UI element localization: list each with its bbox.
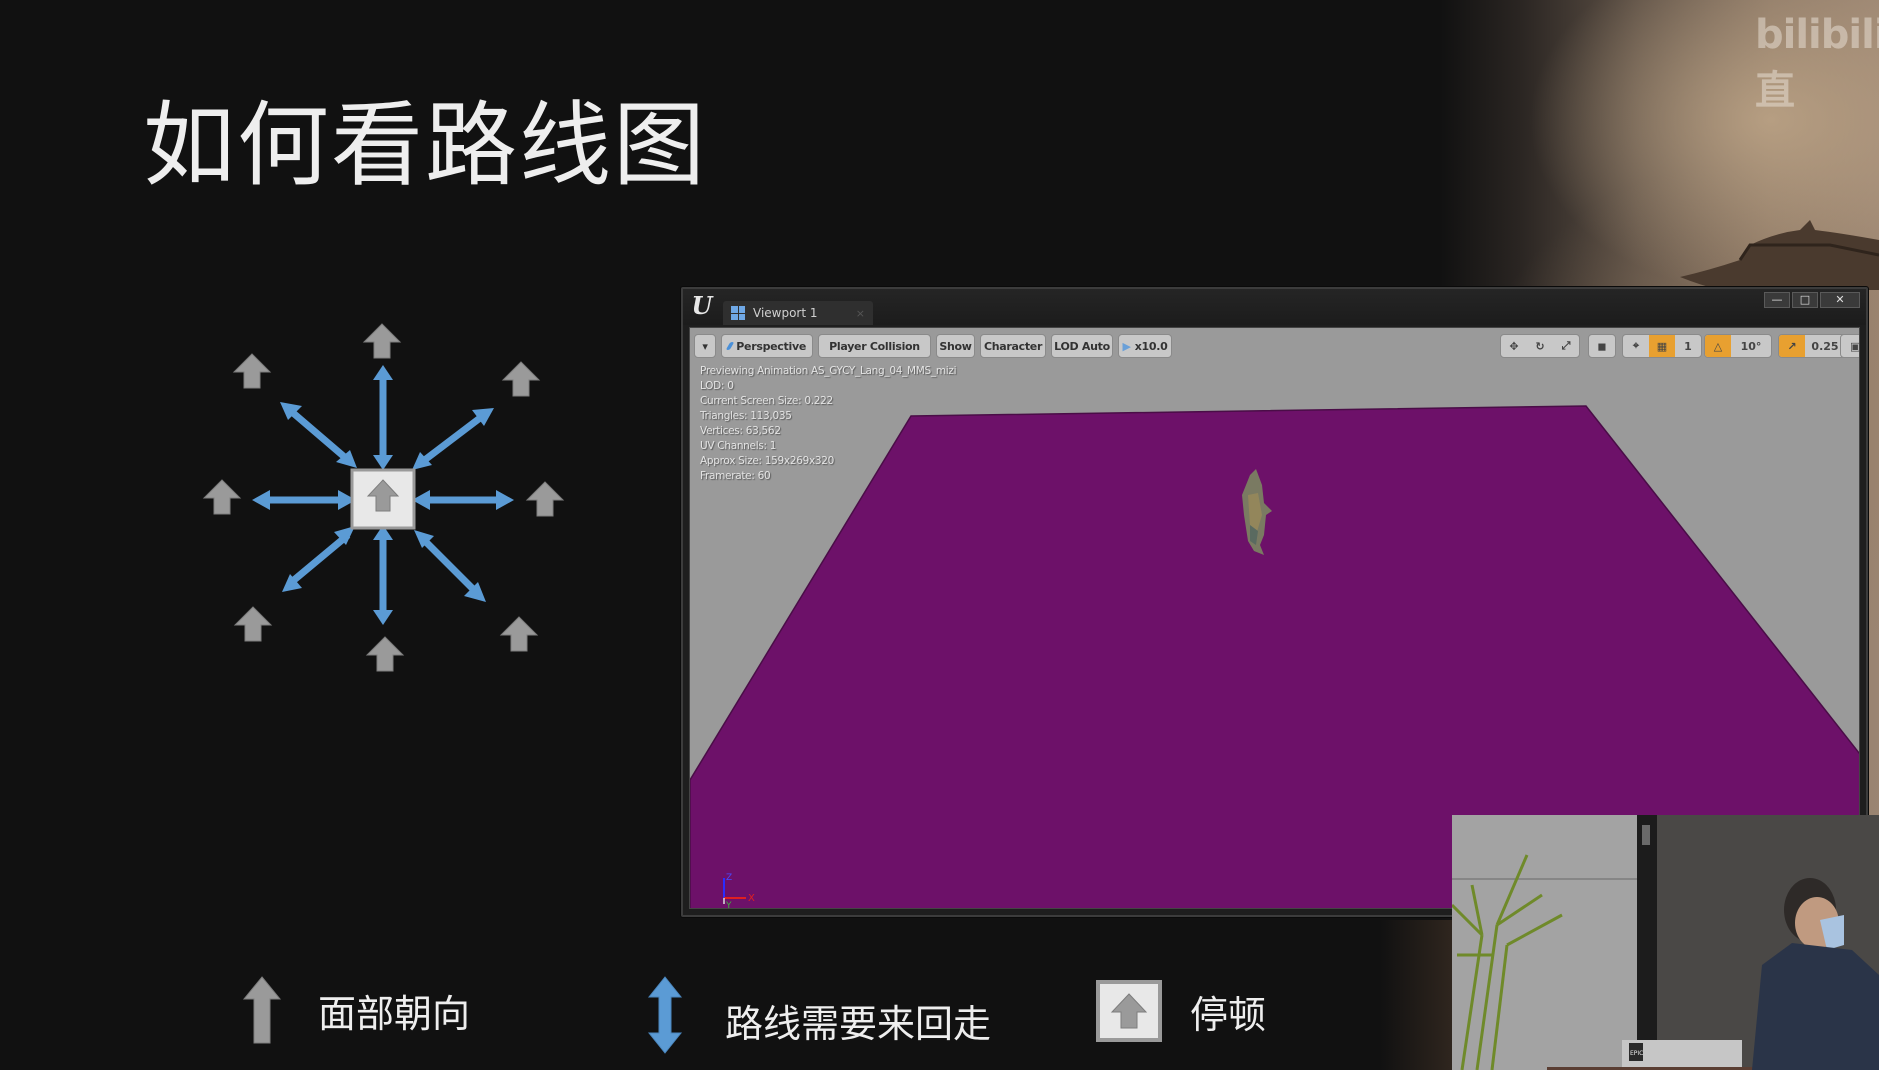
facing-arrow-icon (366, 636, 404, 672)
stats-line: Current Screen Size: 0.222 (700, 395, 833, 407)
slide-title: 如何看路线图 (143, 92, 708, 199)
axis-x-label: X (748, 893, 755, 904)
rotation-snap-group: △ 10° (1704, 334, 1772, 358)
axis-y-label: Y (725, 901, 732, 908)
legend-facing: 面部朝向 (240, 975, 470, 1045)
maximize-button[interactable]: □ (1792, 292, 1818, 308)
route-arrow-right (412, 490, 514, 510)
tab-close-icon[interactable]: × (856, 307, 865, 320)
blue-double-arrow-icon (647, 976, 683, 1054)
window-titlebar[interactable]: U Viewport 1 × — □ ✕ (683, 289, 1866, 325)
stats-line: UV Channels: 1 (700, 440, 777, 452)
route-arrow-down-left (282, 526, 355, 592)
window-controls: — □ ✕ (1764, 292, 1860, 308)
axis-gizmo-icon: Z X Y (723, 873, 755, 908)
perspective-button[interactable]: Perspective (721, 334, 813, 358)
surface-snap-icon[interactable]: ⌖ (1623, 335, 1649, 357)
boxed-up-arrow-icon (1096, 980, 1162, 1042)
gray-up-arrow-icon (242, 976, 282, 1044)
viewport-options-dropdown[interactable]: ▾ (694, 334, 716, 358)
laptop-logo: EPIC (1630, 1050, 1643, 1057)
route-diagram (203, 323, 564, 672)
legend-label-round-trip: 路线需要来回走 (725, 1001, 992, 1046)
minimize-button[interactable]: — (1764, 292, 1790, 308)
character-button[interactable]: Character (980, 334, 1046, 358)
facing-arrow-icon (502, 361, 540, 397)
playback-speed-button[interactable]: ▶ x10.0 (1118, 334, 1172, 358)
viewport-grid-icon (731, 306, 745, 320)
stats-line: Framerate: 60 (700, 470, 771, 482)
legend-pause: 停顿 (1096, 980, 1266, 1042)
facing-arrow-icon (233, 353, 271, 389)
transform-tools: ✥ ↻ ⤢ (1500, 334, 1580, 358)
route-arrow-left (252, 490, 356, 510)
stats-line: Triangles: 113,035 (700, 410, 792, 422)
scale-icon[interactable]: ⤢ (1553, 335, 1579, 357)
legend-round-trip: 路线需要来回走 (645, 975, 991, 1055)
stats-line: Vertices: 63,562 (700, 425, 781, 437)
play-icon: ▶ (1122, 339, 1131, 353)
playback-speed-label: x10.0 (1134, 339, 1168, 353)
facing-arrow-icon (203, 479, 241, 515)
route-arrow-down (373, 525, 393, 625)
facing-arrow-icon (500, 616, 538, 652)
legend-label-facing: 面部朝向 (318, 991, 471, 1036)
rotation-snap-value[interactable]: 10° (1731, 335, 1771, 357)
pagoda-silhouette (1680, 220, 1879, 290)
facing-arrow-icon (526, 481, 564, 517)
player-collision-button[interactable]: Player Collision (818, 334, 931, 358)
facing-arrow-icon (363, 323, 401, 359)
route-arrow-up-right (412, 408, 494, 470)
rotate-icon[interactable]: ↻ (1527, 335, 1553, 357)
unreal-logo-icon: U (691, 291, 713, 320)
show-button[interactable]: Show (936, 334, 975, 358)
camera-icon: ▣ (1850, 339, 1860, 353)
close-button[interactable]: ✕ (1820, 292, 1860, 308)
stats-line: Previewing Animation AS_GYCY_Lang_04_MMS… (700, 365, 957, 377)
translate-icon[interactable]: ✥ (1501, 335, 1527, 357)
grid-snap-value[interactable]: 1 (1675, 335, 1701, 357)
coordinate-space: ◼ (1588, 334, 1616, 358)
grid-snap-group: ⌖ ▦ 1 (1622, 334, 1702, 358)
camera-speed-group: ▣ 4 (1840, 334, 1860, 358)
bilibili-watermark: bilibili直 (1755, 12, 1879, 114)
route-arrow-up (373, 365, 393, 470)
scale-snap-icon[interactable]: ↗ (1779, 335, 1805, 357)
player-collision-label: Player Collision (829, 339, 920, 353)
scale-snap-group: ↗ 0.25 (1778, 334, 1846, 358)
pause-box-icon (350, 468, 416, 530)
axis-z-label: Z (726, 873, 732, 883)
presenter-webcam: EPIC (1452, 815, 1879, 1070)
tab-viewport-1[interactable]: Viewport 1 × (723, 301, 873, 325)
scale-snap-value[interactable]: 0.25 (1805, 335, 1845, 357)
grid-snap-icon[interactable]: ▦ (1649, 335, 1675, 357)
route-arrow-down-right (414, 530, 486, 602)
perspective-label: Perspective (736, 339, 806, 353)
webcam-feed: EPIC (1452, 815, 1879, 1070)
route-arrow-up-left (280, 402, 357, 468)
tab-label: Viewport 1 (753, 306, 818, 320)
perspective-icon (725, 342, 735, 350)
camera-speed-button[interactable]: ▣ 4 (1841, 335, 1860, 357)
legend-label-pause: 停顿 (1190, 992, 1267, 1037)
lod-button[interactable]: LOD Auto (1051, 334, 1113, 358)
facing-arrow-icon (234, 606, 272, 642)
rotation-snap-icon[interactable]: △ (1705, 335, 1731, 357)
world-space-icon[interactable]: ◼ (1589, 335, 1615, 357)
stats-overlay: Previewing Animation AS_GYCY_Lang_04_MMS… (700, 364, 957, 484)
viewport-toolbar: ▾ Perspective Player Collision Show Char… (694, 334, 1859, 360)
stats-line: Approx Size: 159x269x320 (700, 455, 835, 467)
stats-line: LOD: 0 (700, 380, 734, 392)
